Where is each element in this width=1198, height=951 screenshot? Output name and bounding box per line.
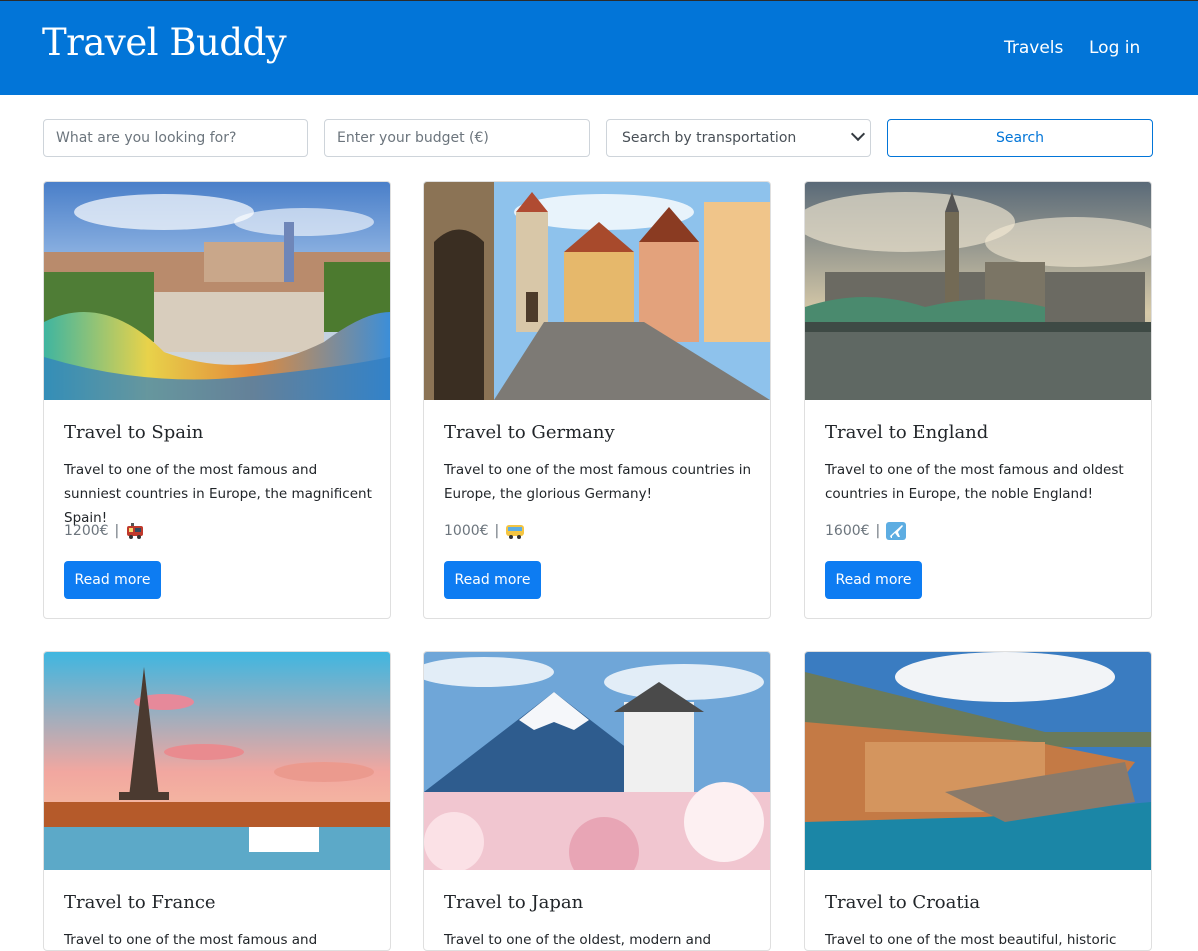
card-description: Travel to one of the most famous and rom… [64,932,318,948]
card-title: Travel to France [64,892,216,913]
search-input[interactable] [43,119,308,157]
nav-link-travels[interactable]: Travels [1004,38,1063,58]
japan-image [424,652,770,870]
card-title: Travel to Germany [444,422,615,443]
germany-image [424,182,770,400]
train-icon [127,523,144,539]
nav-link-login[interactable]: Log in [1089,38,1140,58]
card-title: Travel to England [825,422,989,443]
brand-logo-link[interactable]: Travel Buddy [42,21,287,64]
croatia-image [805,652,1151,870]
card-description: Travel to one of the oldest, modern and [444,932,712,948]
destination-card-japan: Travel to Japan Travel to one of the old… [423,651,771,951]
separator: | [114,523,120,539]
spain-image [44,182,390,400]
destination-card-england: Travel to England Travel to one of the m… [804,181,1152,619]
destination-card-germany: Travel to Germany Travel to one of the m… [423,181,771,619]
airplane-icon [886,522,907,540]
card-description: Travel to one of the most beautiful, his… [825,932,1117,948]
card-description: Travel to one of the most famous and old… [825,462,1124,502]
read-more-button[interactable]: Read more [825,561,922,599]
top-navbar: Travel Buddy Travels Log in [0,0,1198,95]
bus-icon [506,525,525,539]
card-description: Travel to one of the most famous countri… [444,462,752,502]
card-title: Travel to Spain [64,422,204,443]
card-price-row: 1000€ | [444,522,525,540]
card-price: 1600€ [825,523,870,539]
transport-select[interactable]: Search by transportation [606,119,871,157]
card-price: 1000€ [444,523,489,539]
card-price-row: 1200€ | [64,522,145,540]
england-image [805,182,1151,400]
france-image [44,652,390,870]
destination-card-croatia: Travel to Croatia Travel to one of the m… [804,651,1152,951]
card-price-row: 1600€ | [825,522,907,540]
separator: | [494,523,500,539]
destination-card-france: Travel to France Travel to one of the mo… [43,651,391,951]
card-title: Travel to Croatia [825,892,981,913]
read-more-button[interactable]: Read more [64,561,161,599]
search-button[interactable]: Search [887,119,1153,157]
separator: | [875,523,881,539]
destination-card-spain: Travel to Spain Travel to one of the mos… [43,181,391,619]
search-bar: Search by transportation Search [43,119,1153,157]
card-description: Travel to one of the most famous and sun… [64,462,372,526]
card-price: 1200€ [64,523,109,539]
budget-input[interactable] [324,119,590,157]
read-more-button[interactable]: Read more [444,561,541,599]
card-title: Travel to Japan [444,892,584,913]
